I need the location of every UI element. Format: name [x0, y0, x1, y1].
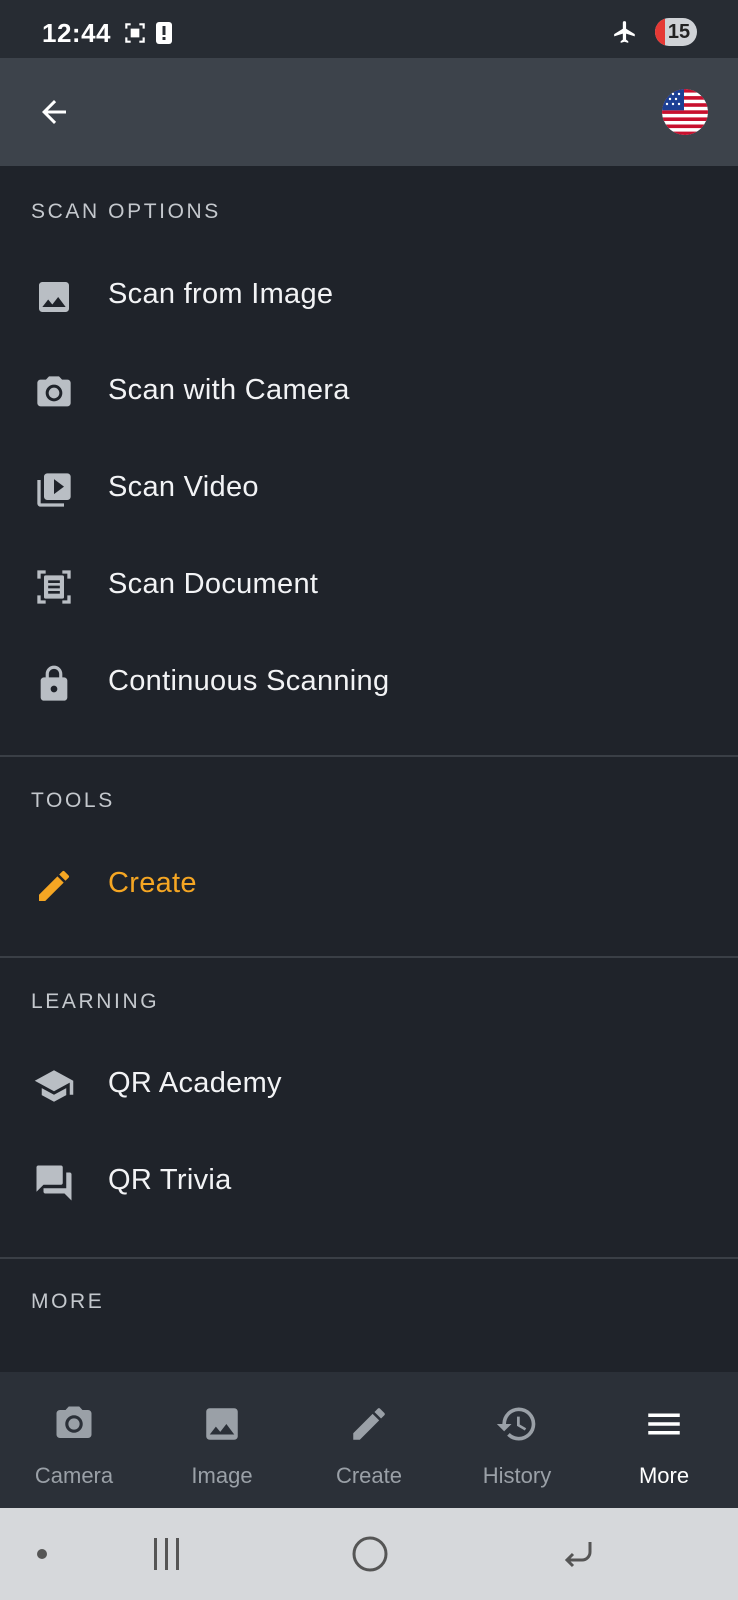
- menu-item-continuous-scanning[interactable]: Continuous Scanning: [0, 636, 738, 732]
- menu-item-scan-video[interactable]: Scan Video: [0, 442, 738, 538]
- nav-history[interactable]: History: [443, 1372, 591, 1508]
- camera-icon: [52, 1402, 96, 1446]
- nav-label: Camera: [34, 1463, 114, 1488]
- back-nav-button[interactable]: [552, 1528, 604, 1580]
- document-scan-icon: [32, 565, 76, 609]
- menu-item-scan-with-camera[interactable]: Scan with Camera: [0, 345, 738, 441]
- divider: [0, 755, 738, 757]
- battery-indicator: 15: [655, 18, 697, 46]
- nav-label: More: [638, 1463, 690, 1488]
- home-circle-icon: [352, 1536, 388, 1572]
- recent-apps-button[interactable]: [140, 1528, 192, 1580]
- nav-label: Create: [335, 1463, 403, 1488]
- nav-create[interactable]: Create: [295, 1372, 443, 1508]
- more-menu-screen: 12:44 15 SCAN OPTIONS Scan from Image Sc…: [0, 0, 738, 1600]
- menu-item-label: QR Trivia: [108, 1164, 232, 1196]
- divider: [0, 956, 738, 958]
- menu-item-label: Create: [108, 867, 197, 899]
- section-header-tools: TOOLS: [31, 789, 115, 812]
- nav-label: Image: [191, 1463, 253, 1488]
- language-button[interactable]: [662, 89, 708, 135]
- video-library-icon: [32, 468, 76, 512]
- forum-icon: [32, 1161, 76, 1205]
- bottom-navigation: Camera Image Create History More: [0, 1372, 738, 1508]
- status-bar: 12:44 15: [0, 0, 738, 58]
- pencil-icon: [32, 864, 76, 908]
- menu-icon: [642, 1402, 686, 1446]
- battery-level: 15: [667, 20, 691, 43]
- nav-camera[interactable]: Camera: [0, 1372, 148, 1508]
- school-icon: [32, 1064, 76, 1108]
- dot-icon: [34, 1528, 50, 1580]
- menu-list: SCAN OPTIONS Scan from Image Scan with C…: [0, 166, 738, 1372]
- section-header-scan-options: SCAN OPTIONS: [31, 200, 221, 223]
- image-icon: [200, 1402, 244, 1446]
- camera-icon: [32, 371, 76, 415]
- nav-label: History: [482, 1463, 552, 1488]
- menu-item-scan-document[interactable]: Scan Document: [0, 539, 738, 635]
- menu-item-label: Scan with Camera: [108, 374, 350, 406]
- arrow-back-icon: [42, 100, 66, 124]
- lock-icon: [32, 662, 76, 706]
- airplane-mode-icon: [612, 19, 638, 50]
- menu-item-label: QR Academy: [108, 1067, 282, 1099]
- app-bar: [0, 58, 738, 166]
- back-button[interactable]: [30, 88, 78, 136]
- divider: [0, 1257, 738, 1259]
- menu-item-scan-from-image[interactable]: Scan from Image: [0, 249, 738, 345]
- system-navigation-bar: [0, 1508, 738, 1600]
- pencil-icon: [347, 1402, 391, 1446]
- menu-item-label: Scan from Image: [108, 278, 334, 310]
- nav-image[interactable]: Image: [148, 1372, 296, 1508]
- section-header-learning: LEARNING: [31, 990, 160, 1013]
- screenshot-icon: [122, 20, 148, 51]
- home-button[interactable]: [344, 1528, 396, 1580]
- nav-more[interactable]: More: [590, 1372, 738, 1508]
- menu-item-label: Continuous Scanning: [108, 665, 390, 697]
- us-flag-icon: [662, 89, 708, 135]
- section-header-more: MORE: [31, 1290, 105, 1313]
- history-icon: [495, 1402, 539, 1446]
- menu-item-qr-trivia[interactable]: QR Trivia: [0, 1135, 738, 1231]
- menu-item-qr-academy[interactable]: QR Academy: [0, 1038, 738, 1134]
- menu-item-label: Scan Video: [108, 471, 259, 503]
- menu-item-create[interactable]: Create: [0, 838, 738, 934]
- menu-item-label: Scan Document: [108, 568, 319, 600]
- image-icon: [32, 275, 76, 319]
- alert-icon: [154, 20, 174, 51]
- recent-apps-icon: [154, 1538, 179, 1570]
- status-time: 12:44: [42, 18, 111, 48]
- back-nav-icon: [564, 1542, 592, 1568]
